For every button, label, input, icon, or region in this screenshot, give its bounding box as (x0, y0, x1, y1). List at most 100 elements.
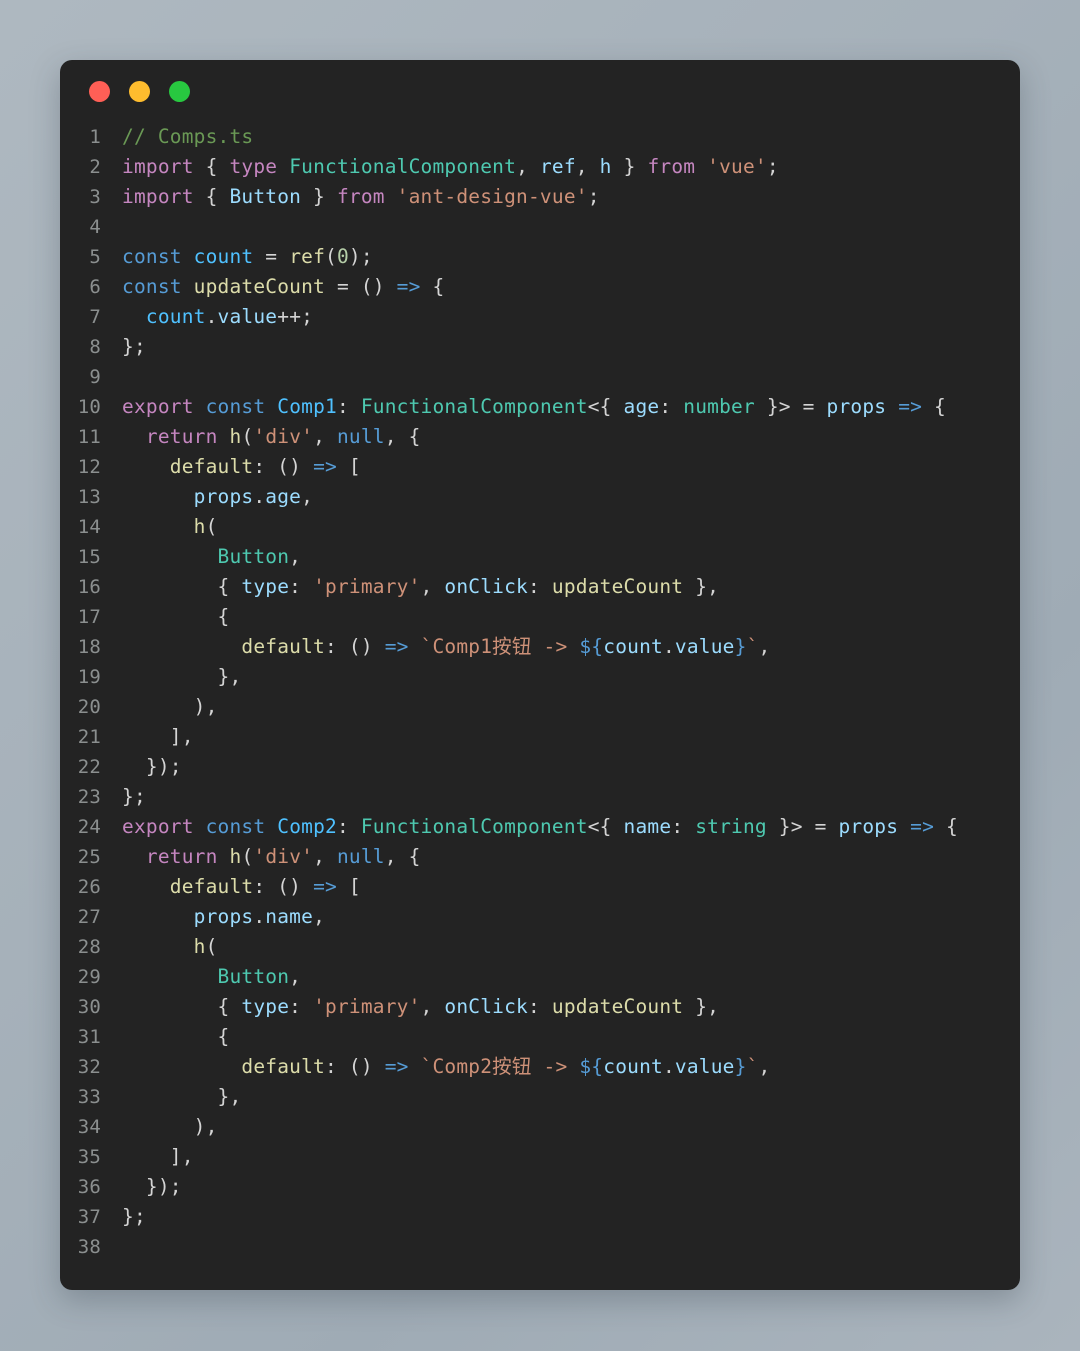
line-content: props.age, (193, 485, 314, 508)
code-line: 26 default: () => [ (60, 872, 1020, 902)
line-number: 15 (77, 546, 101, 568)
line-content: return h('div', null, { (145, 845, 421, 868)
line-content: { (122, 605, 230, 628)
line-number: 27 (77, 906, 101, 928)
line-content: import { Button } from 'ant-design-vue'; (122, 185, 600, 208)
line-number: 26 (77, 876, 101, 898)
code-line: 32 default: () => `Comp2按钮 -> ${count.va… (60, 1052, 1020, 1082)
code-line: 38 (60, 1232, 1020, 1262)
line-content: // Comps.ts (122, 125, 254, 148)
line-content: }, (122, 665, 242, 688)
code-line: 36 }); (60, 1172, 1020, 1202)
maximize-button[interactable] (169, 80, 190, 102)
code-line: 1 // Comps.ts (60, 122, 1020, 152)
line-number: 10 (77, 396, 101, 418)
line-number: 35 (77, 1146, 101, 1168)
code-editor[interactable]: 1 // Comps.ts 2 import { type Functional… (60, 122, 1020, 1262)
line-content: Button, (217, 965, 302, 988)
line-content: Button, (217, 545, 302, 568)
code-line: 18 default: () => `Comp1按钮 -> ${count.va… (60, 632, 1020, 662)
code-line: 14 h( (60, 512, 1020, 542)
line-number: 3 (89, 186, 101, 208)
code-line: 12 default: () => [ (60, 452, 1020, 482)
line-content: export const Comp1: FunctionalComponent<… (122, 395, 946, 418)
code-line: 23 }; (60, 782, 1020, 812)
line-content: default: () => `Comp2按钮 -> ${count.value… (241, 1055, 771, 1078)
line-number: 12 (77, 456, 101, 478)
line-content: ), (122, 695, 218, 718)
code-line: 29 Button, (60, 962, 1020, 992)
window-titlebar (60, 60, 1020, 122)
code-line: 24 export const Comp2: FunctionalCompone… (60, 812, 1020, 842)
page-root: 1 // Comps.ts 2 import { type Functional… (0, 0, 1080, 1351)
line-content: default: () => `Comp1按钮 -> ${count.value… (241, 635, 771, 658)
line-content: props.name, (193, 905, 326, 928)
code-line: 8 }; (60, 332, 1020, 362)
line-number: 7 (89, 306, 101, 328)
line-number: 37 (77, 1206, 101, 1228)
line-number: 36 (77, 1176, 101, 1198)
code-line: 28 h( (60, 932, 1020, 962)
line-content: }; (122, 1205, 146, 1228)
code-line: 4 (60, 212, 1020, 242)
code-line: 25 return h('div', null, { (60, 842, 1020, 872)
line-number: 38 (77, 1236, 101, 1258)
code-line: 34 ), (60, 1112, 1020, 1142)
line-number: 18 (77, 636, 101, 658)
line-number: 16 (77, 576, 101, 598)
line-number: 2 (89, 156, 101, 178)
line-content: default: () => [ (169, 875, 361, 898)
line-content: import { type FunctionalComponent, ref, … (122, 155, 779, 178)
line-number: 33 (77, 1086, 101, 1108)
code-line: 35 ], (60, 1142, 1020, 1172)
close-button[interactable] (89, 80, 110, 102)
line-content: }); (122, 755, 182, 778)
code-line: 10 export const Comp1: FunctionalCompone… (60, 392, 1020, 422)
line-content: ), (122, 1115, 218, 1138)
line-number: 9 (89, 366, 101, 388)
line-content: export const Comp2: FunctionalComponent<… (122, 815, 958, 838)
line-number: 34 (77, 1116, 101, 1138)
code-line: 30 { type: 'primary', onClick: updateCou… (60, 992, 1020, 1022)
code-window: 1 // Comps.ts 2 import { type Functional… (60, 60, 1020, 1290)
line-content: { (122, 1025, 230, 1048)
line-number: 24 (77, 816, 101, 838)
code-line: 27 props.name, (60, 902, 1020, 932)
line-content: { type: 'primary', onClick: updateCount … (122, 575, 720, 598)
line-number: 13 (77, 486, 101, 508)
line-content: h( (193, 515, 218, 538)
line-content: h( (193, 935, 218, 958)
line-content: }; (122, 785, 146, 808)
line-content: count.value++; (145, 305, 314, 328)
code-line: 37 }; (60, 1202, 1020, 1232)
line-number: 8 (89, 336, 101, 358)
code-line: 33 }, (60, 1082, 1020, 1112)
line-number: 21 (77, 726, 101, 748)
code-line: 22 }); (60, 752, 1020, 782)
code-line: 5 const count = ref(0); (60, 242, 1020, 272)
code-line: 3 import { Button } from 'ant-design-vue… (60, 182, 1020, 212)
line-content: const count = ref(0); (122, 245, 373, 268)
code-line: 15 Button, (60, 542, 1020, 572)
minimize-button[interactable] (129, 80, 150, 102)
line-content: const updateCount = () => { (122, 275, 445, 298)
line-content: ], (122, 1145, 194, 1168)
line-number: 28 (77, 936, 101, 958)
code-line: 31 { (60, 1022, 1020, 1052)
line-content: default: () => [ (169, 455, 361, 478)
line-number: 11 (77, 426, 101, 448)
line-content: }); (122, 1175, 182, 1198)
line-number: 30 (77, 996, 101, 1018)
line-number: 22 (77, 756, 101, 778)
line-content: }; (122, 335, 146, 358)
code-line: 11 return h('div', null, { (60, 422, 1020, 452)
code-line: 13 props.age, (60, 482, 1020, 512)
line-content: }, (122, 1085, 242, 1108)
line-number: 6 (89, 276, 101, 298)
line-number: 17 (77, 606, 101, 628)
line-number: 25 (77, 846, 101, 868)
line-number: 14 (77, 516, 101, 538)
line-number: 20 (77, 696, 101, 718)
line-number: 29 (77, 966, 101, 988)
code-line: 16 { type: 'primary', onClick: updateCou… (60, 572, 1020, 602)
